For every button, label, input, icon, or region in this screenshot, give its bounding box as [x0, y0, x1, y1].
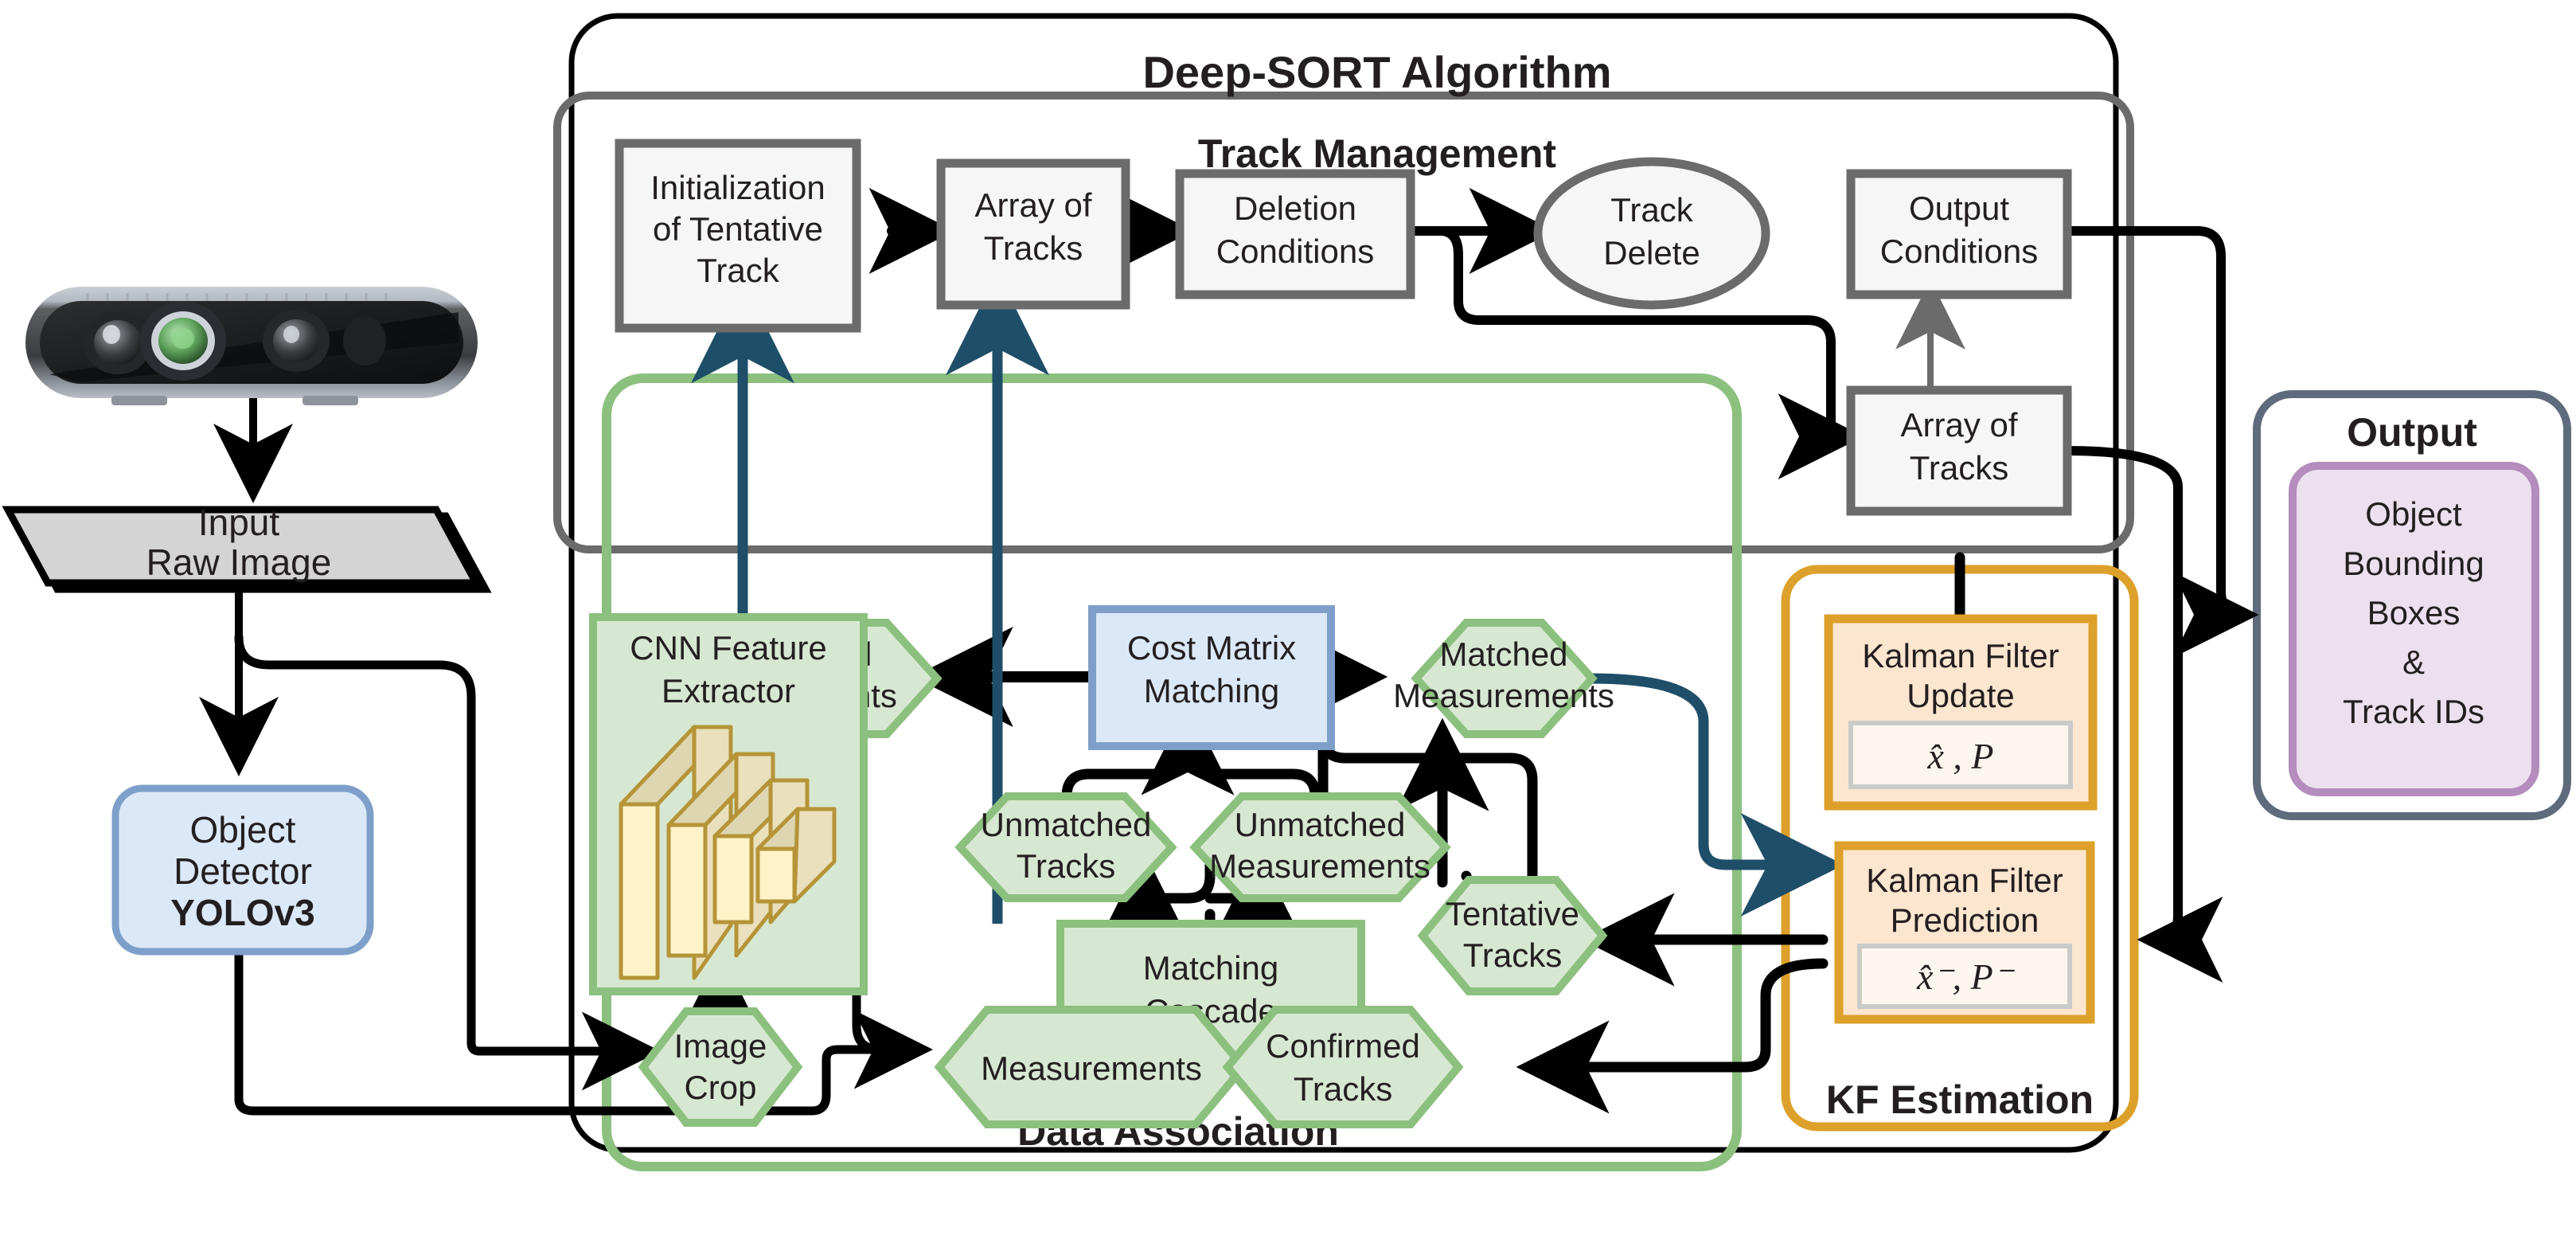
- object-detector-model: YOLOv3: [170, 892, 315, 933]
- input-raw-image-line2: Raw Image: [146, 541, 332, 583]
- measurements-node[interactable]: Measurements: [934, 1006, 1249, 1128]
- deletion-conditions-line1: Deletion: [1234, 190, 1356, 227]
- unmatched-tracks-node[interactable]: Unmatched Tracks: [954, 792, 1177, 902]
- init-tentative-track-line3: Track: [697, 252, 779, 289]
- confirmed-tracks-line1: Confirmed: [1266, 1027, 1420, 1065]
- tentative-tracks-node[interactable]: Tentative Tracks: [1417, 876, 1608, 995]
- confirmed-tracks-node[interactable]: Confirmed Tracks: [1222, 1006, 1464, 1128]
- kalman-filter-prediction-node[interactable]: Kalman Filter Prediction x̂⁻, P⁻: [1834, 841, 2095, 1024]
- measurements-label: Measurements: [981, 1050, 1202, 1087]
- kalman-filter-update-node[interactable]: Kalman Filter Update x̂ , P: [1824, 614, 2098, 811]
- array-of-tracks-left-line1: Array of: [974, 186, 1091, 224]
- array-of-tracks-left-line2: Tracks: [984, 229, 1083, 267]
- unmatched-tracks-line2: Tracks: [1017, 847, 1115, 885]
- confirmed-tracks-line2: Tracks: [1294, 1070, 1392, 1108]
- output-label: Output: [2347, 410, 2477, 455]
- object-detector-line2: Detector: [174, 850, 312, 892]
- output-node-line2: Bounding: [2343, 545, 2484, 582]
- kalman-filter-prediction-line2: Prediction: [1891, 901, 2039, 939]
- output-node-line5: Track IDs: [2343, 693, 2484, 730]
- track-delete-line1: Track: [1610, 191, 1693, 229]
- depth-camera-icon: [25, 287, 478, 405]
- matched-measurements-line2: Measurements: [1393, 677, 1614, 714]
- image-crop-line2: Crop: [684, 1069, 756, 1106]
- cnn-feature-extractor-line1: CNN Feature: [630, 629, 826, 667]
- page-title: Deep-SORT Algorithm: [1142, 47, 1611, 97]
- array-of-tracks-right-line1: Array of: [1900, 406, 2017, 444]
- output-node-line4: &: [2402, 643, 2425, 681]
- cost-matrix-matching-line1: Cost Matrix: [1127, 629, 1296, 667]
- init-tentative-track-line2: of Tentative: [653, 210, 823, 248]
- init-tentative-track-node[interactable]: Initialization of Tentative Track: [615, 139, 861, 333]
- object-detector-node[interactable]: Object Detector YOLOv3: [111, 784, 374, 956]
- track-delete-node[interactable]: Track Delete: [1533, 157, 1770, 310]
- kalman-filter-update-line1: Kalman Filter: [1862, 637, 2059, 674]
- kf-estimation-label: KF Estimation: [1826, 1077, 2094, 1122]
- matched-measurements-line1: Matched: [1439, 635, 1567, 673]
- output-conditions-node[interactable]: Output Conditions: [1846, 169, 2072, 299]
- image-crop-line1: Image: [674, 1027, 767, 1065]
- matched-measurements-node[interactable]: Matched Measurements: [1393, 619, 1614, 738]
- output-node-line1: Object: [2365, 495, 2462, 533]
- output-bounding-boxes-node[interactable]: Object Bounding Boxes & Track IDs: [2289, 462, 2539, 796]
- init-tentative-track-line1: Initialization: [650, 169, 825, 206]
- deletion-conditions-line2: Conditions: [1216, 233, 1374, 270]
- track-delete-line2: Delete: [1603, 234, 1700, 272]
- unmatched-measurements-mid-line1: Unmatched: [1235, 806, 1406, 843]
- tentative-tracks-line1: Tentative: [1446, 895, 1579, 932]
- diagram-canvas: Input Raw Image Object Detector YOLOv3 D…: [0, 0, 2576, 1251]
- cost-matrix-matching-line2: Matching: [1144, 672, 1279, 710]
- image-crop-node[interactable]: Image Crop: [638, 1007, 803, 1127]
- unmatched-measurements-mid-node[interactable]: Unmatched Measurements: [1189, 792, 1451, 902]
- output-conditions-line1: Output: [1909, 190, 2009, 227]
- object-detector-line1: Object: [190, 809, 296, 850]
- output-conditions-line2: Conditions: [1880, 233, 2038, 270]
- unmatched-tracks-line1: Unmatched: [981, 806, 1152, 843]
- unmatched-measurements-mid-line2: Measurements: [1209, 847, 1430, 885]
- input-raw-image-line1: Input: [198, 502, 280, 543]
- kalman-filter-prediction-line1: Kalman Filter: [1866, 862, 2063, 899]
- cnn-feature-extractor-line2: Extractor: [662, 672, 795, 710]
- cnn-feature-extractor-node[interactable]: CNN Feature Extractor: [589, 613, 868, 995]
- kalman-filter-update-state: x̂ , P: [1926, 736, 1993, 776]
- array-of-tracks-right-line2: Tracks: [1910, 449, 2008, 487]
- output-node-line3: Boxes: [2367, 594, 2461, 631]
- tentative-tracks-line2: Tracks: [1463, 936, 1562, 974]
- array-of-tracks-right-node[interactable]: Array of Tracks: [1846, 385, 2072, 516]
- deletion-conditions-node[interactable]: Deletion Conditions: [1175, 169, 1415, 299]
- input-raw-image-node: Input Raw Image: [2, 502, 492, 593]
- kalman-filter-prediction-state: x̂⁻, P⁻: [1916, 956, 2016, 997]
- matching-cascade-line1: Matching: [1143, 949, 1278, 987]
- cost-matrix-matching-node[interactable]: Cost Matrix Matching: [1088, 605, 1335, 750]
- kalman-filter-update-line2: Update: [1907, 677, 2014, 714]
- array-of-tracks-left-node[interactable]: Array of Tracks: [936, 158, 1130, 310]
